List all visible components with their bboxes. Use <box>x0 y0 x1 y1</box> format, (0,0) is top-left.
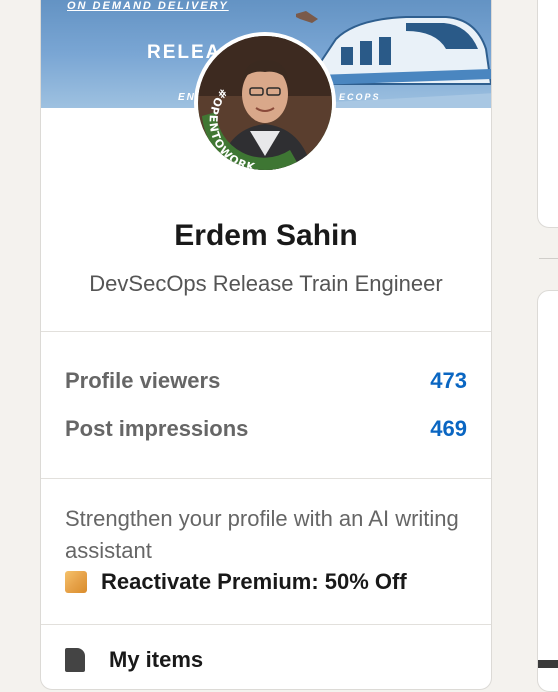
my-items-link[interactable]: My items <box>65 647 203 673</box>
post-impressions-row[interactable]: Post impressions 469 <box>65 414 467 444</box>
profile-viewers-count: 473 <box>430 368 467 393</box>
right-side-card-bottom <box>537 290 558 692</box>
profile-card: ON DEMAND DELIVERY RELEA EN ECOPS #OPENT… <box>40 0 492 690</box>
bookmark-icon <box>65 648 85 672</box>
reactivate-premium-link[interactable]: Reactivate Premium: 50% Off <box>65 569 475 595</box>
right-side-card-top <box>537 0 558 228</box>
post-impressions-label: Post impressions <box>65 416 249 441</box>
profile-viewers-label: Profile viewers <box>65 368 221 393</box>
divider <box>41 331 491 332</box>
divider <box>41 478 491 479</box>
profile-avatar[interactable]: #OPENTOWORK <box>194 32 336 174</box>
avatar-photo: #OPENTOWORK <box>198 36 332 170</box>
right-side-divider <box>539 258 558 259</box>
divider <box>41 624 491 625</box>
post-impressions-count: 469 <box>430 416 467 441</box>
profile-name[interactable]: Erdem Sahin <box>41 219 491 253</box>
promo-text: Strengthen your profile with an AI writi… <box>65 506 459 563</box>
right-side-dark-element <box>538 660 558 668</box>
my-items-label: My items <box>109 647 204 672</box>
profile-headline: DevSecOps Release Train Engineer <box>89 271 443 296</box>
premium-label: Reactivate Premium: 50% Off <box>101 569 407 594</box>
premium-promo[interactable]: Strengthen your profile with an AI writi… <box>65 503 475 595</box>
profile-viewers-row[interactable]: Profile viewers 473 <box>65 366 467 396</box>
person-photo: #OPENTOWORK <box>198 36 332 170</box>
banner-top-text: ON DEMAND DELIVERY <box>67 0 229 12</box>
premium-icon <box>65 571 87 593</box>
